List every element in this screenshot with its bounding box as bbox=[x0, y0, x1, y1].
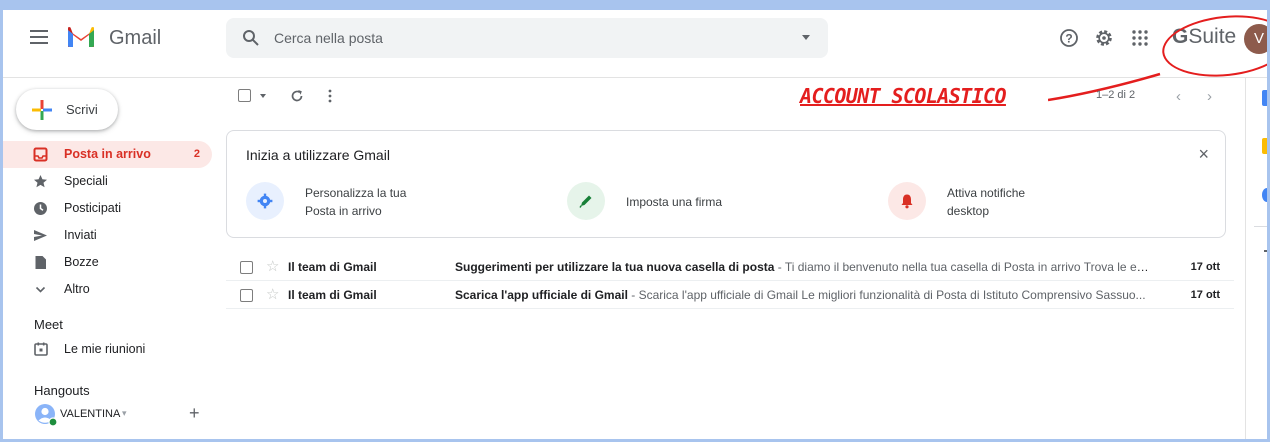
inbox-icon bbox=[33, 147, 48, 162]
search-icon[interactable] bbox=[242, 29, 260, 47]
tip-icon-circle bbox=[567, 182, 605, 220]
card-title: Inizia a utilizzare Gmail bbox=[246, 147, 390, 163]
mail-preview: Suggerimenti per utilizzare la tua nuova… bbox=[455, 253, 1151, 281]
sidebar-item-more[interactable]: Altro bbox=[0, 276, 212, 303]
compose-button[interactable]: Scrivi bbox=[16, 89, 118, 130]
search-options-icon[interactable] bbox=[802, 35, 810, 40]
sidebar-nav: Posta in arrivo 2 Speciali Posticipati I… bbox=[0, 141, 212, 303]
refresh-icon[interactable] bbox=[290, 89, 304, 103]
mail-sender: Il team di Gmail bbox=[288, 260, 377, 274]
unread-count-badge: 2 bbox=[193, 148, 200, 160]
calendar-app-icon[interactable] bbox=[1262, 90, 1270, 106]
add-contact-button[interactable]: + bbox=[189, 403, 200, 424]
more-options-icon[interactable] bbox=[328, 89, 332, 103]
draft-icon bbox=[35, 256, 46, 269]
mail-snippet: - Ti diamo il benvenuto nella tua casell… bbox=[774, 260, 1151, 274]
mail-sender: Il team di Gmail bbox=[288, 288, 377, 302]
sidebar-item-label: Inviati bbox=[64, 228, 97, 242]
app-name: Gmail bbox=[109, 27, 162, 49]
mail-date: 17 ott bbox=[1190, 261, 1220, 273]
tip-set-signature[interactable]: Imposta una firma bbox=[567, 182, 787, 224]
meet-my-meetings[interactable]: Le mie riunioni bbox=[34, 339, 214, 361]
row-checkbox[interactable] bbox=[240, 261, 253, 274]
tip-desktop-notifications[interactable]: Attiva notifiche desktop bbox=[888, 182, 1108, 224]
panel-divider bbox=[1254, 226, 1270, 227]
tip-icon-circle bbox=[888, 182, 926, 220]
side-panel bbox=[1245, 78, 1270, 442]
tip-icon-circle bbox=[246, 182, 284, 220]
mail-toolbar bbox=[226, 80, 1236, 114]
annotation-ellipse bbox=[1159, 9, 1270, 83]
table-row[interactable]: ☆ Il team di Gmail Suggerimenti per util… bbox=[226, 253, 1234, 281]
prev-page-button[interactable]: ‹ bbox=[1176, 88, 1181, 105]
mail-preview: Scarica l'app ufficiale di Gmail - Scari… bbox=[455, 281, 1151, 309]
gear-icon bbox=[257, 193, 273, 209]
pen-icon bbox=[579, 195, 592, 208]
star-toggle-icon[interactable]: ☆ bbox=[266, 253, 279, 281]
tasks-app-icon[interactable] bbox=[1262, 188, 1270, 202]
mail-subject: Suggerimenti per utilizzare la tua nuova… bbox=[455, 260, 775, 274]
search-input[interactable] bbox=[274, 18, 774, 58]
next-page-button[interactable]: › bbox=[1207, 88, 1212, 105]
sidebar-item-label: Posta in arrivo bbox=[64, 147, 151, 161]
sidebar-item-snoozed[interactable]: Posticipati bbox=[0, 195, 212, 222]
hangouts-user[interactable]: VALENTINA ▾ + bbox=[34, 403, 214, 427]
mail-snippet: - Scarica l'app ufficiale di Gmail Le mi… bbox=[627, 288, 1146, 302]
sidebar-item-label: Speciali bbox=[64, 174, 108, 188]
hangouts-user-name: VALENTINA bbox=[60, 408, 121, 420]
help-icon[interactable]: ? bbox=[1059, 28, 1079, 48]
getting-started-card: Inizia a utilizzare Gmail × Personalizza… bbox=[226, 130, 1226, 238]
apps-grid-icon[interactable] bbox=[1130, 28, 1150, 48]
mail-list: ☆ Il team di Gmail Suggerimenti per util… bbox=[226, 253, 1234, 309]
user-avatar-icon bbox=[35, 404, 58, 427]
mail-date: 17 ott bbox=[1190, 289, 1220, 301]
pagination-label: 1–2 di 2 bbox=[1096, 89, 1136, 101]
compose-label: Scrivi bbox=[66, 102, 98, 117]
calendar-icon bbox=[34, 342, 48, 356]
close-icon[interactable]: × bbox=[1198, 145, 1209, 163]
sidebar-item-drafts[interactable]: Bozze bbox=[0, 249, 212, 276]
svg-text:?: ? bbox=[1065, 32, 1072, 46]
meet-section-title: Meet bbox=[34, 317, 63, 332]
chevron-down-icon bbox=[35, 286, 46, 293]
select-all-checkbox[interactable] bbox=[238, 89, 251, 102]
status-dropdown-icon[interactable]: ▾ bbox=[122, 408, 127, 419]
tip-label: Personalizza la tua Posta in arrivo bbox=[305, 186, 407, 218]
sidebar-item-sent[interactable]: Inviati bbox=[0, 222, 212, 249]
sidebar-item-label: Bozze bbox=[64, 255, 99, 269]
meet-item-label: Le mie riunioni bbox=[64, 342, 146, 356]
mail-subject: Scarica l'app ufficiale di Gmail bbox=[455, 288, 628, 302]
sidebar-item-inbox[interactable]: Posta in arrivo 2 bbox=[0, 141, 212, 168]
tip-customize-inbox[interactable]: Personalizza la tua Posta in arrivo bbox=[246, 182, 446, 224]
sidebar-item-label: Altro bbox=[64, 282, 90, 296]
add-addon-icon[interactable] bbox=[1264, 250, 1270, 252]
main-menu-icon[interactable] bbox=[30, 30, 48, 44]
bell-icon bbox=[901, 194, 913, 209]
sidebar-item-starred[interactable]: Speciali bbox=[0, 168, 212, 195]
compose-plus-icon bbox=[32, 100, 52, 120]
gmail-logo-icon[interactable] bbox=[66, 25, 96, 49]
tip-label: Attiva notifiche desktop bbox=[947, 186, 1026, 218]
keep-app-icon[interactable] bbox=[1262, 138, 1270, 154]
settings-gear-icon[interactable] bbox=[1094, 28, 1114, 48]
star-toggle-icon[interactable]: ☆ bbox=[266, 281, 279, 309]
row-checkbox[interactable] bbox=[240, 289, 253, 302]
hangouts-section-title: Hangouts bbox=[34, 383, 90, 398]
top-bar: Gmail ? GSuite V bbox=[0, 9, 1270, 83]
sidebar-item-label: Posticipati bbox=[64, 201, 121, 215]
send-icon bbox=[34, 230, 47, 241]
tip-label: Imposta una firma bbox=[626, 195, 723, 209]
search-bar[interactable] bbox=[226, 18, 828, 58]
clock-icon bbox=[34, 202, 47, 215]
select-menu-caret-icon[interactable] bbox=[260, 94, 266, 98]
table-row[interactable]: ☆ Il team di Gmail Scarica l'app ufficia… bbox=[226, 281, 1234, 309]
star-icon bbox=[34, 175, 47, 188]
